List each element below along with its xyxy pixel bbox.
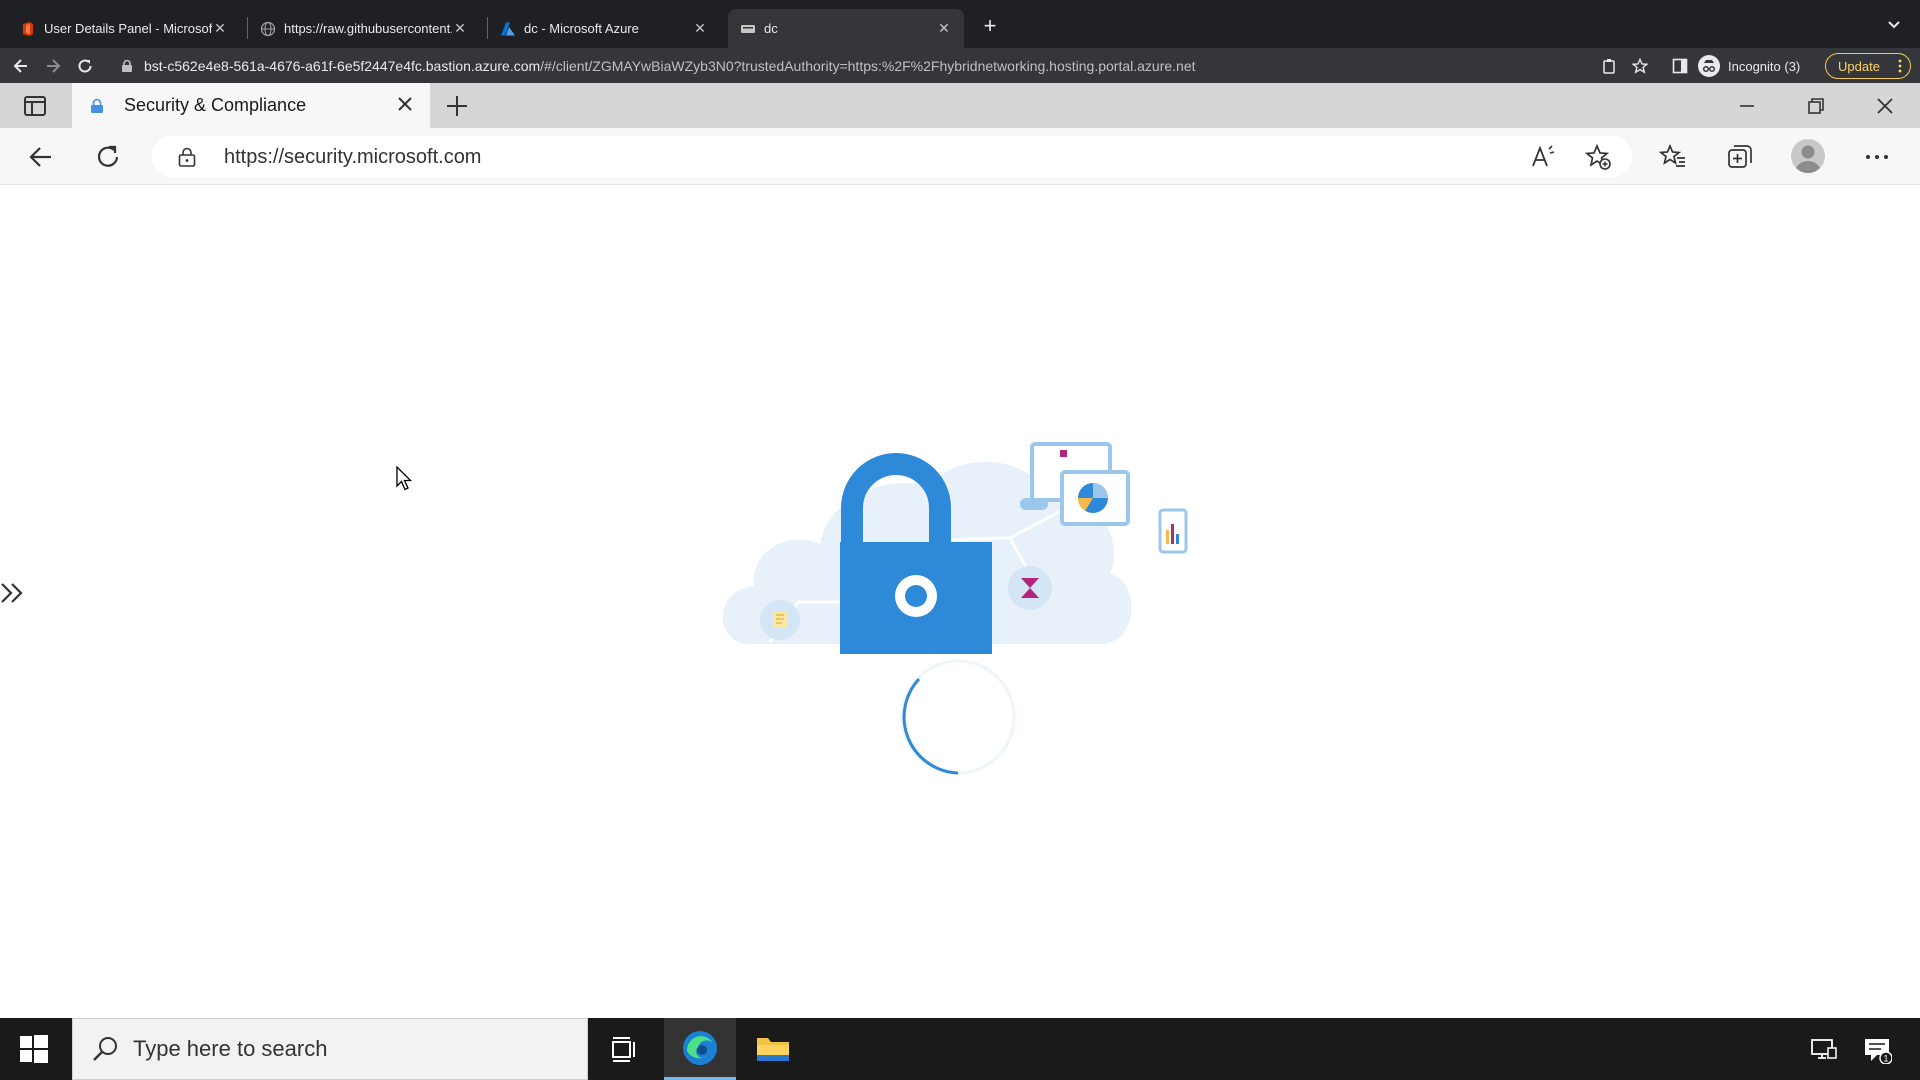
loading-spinner — [900, 659, 1016, 775]
incognito-indicator[interactable]: Incognito (3) — [1698, 53, 1800, 79]
incognito-label: Incognito (3) — [1728, 58, 1801, 74]
screen: User Details Panel - Microsoft ✕ https:/… — [0, 0, 1920, 1080]
notification-count: 1 — [1883, 1054, 1888, 1064]
file-explorer-icon — [757, 1038, 789, 1061]
bookmark-button[interactable] — [1627, 53, 1653, 79]
edge-tab-security-compliance[interactable]: Security & Compliance — [72, 83, 430, 128]
close-tab-icon[interactable] — [394, 93, 416, 115]
lock-icon — [122, 59, 132, 72]
star-icon — [1632, 58, 1648, 74]
chrome-tab-strip: User Details Panel - Microsoft ✕ https:/… — [0, 0, 1920, 48]
windows-taskbar: Type here to search 1 — [0, 1018, 1920, 1080]
profile-avatar[interactable] — [1791, 139, 1825, 173]
address-host: bst-c562e4e8-561a-4676-a61f-6e5f2447e4fc… — [144, 58, 541, 74]
search-placeholder: Type here to search — [133, 1036, 328, 1061]
kebab-menu-icon — [1898, 59, 1902, 73]
ellipsis-icon — [1866, 155, 1888, 159]
minimize-icon[interactable] — [1734, 93, 1760, 119]
search-icon — [93, 1037, 117, 1061]
page-content — [0, 186, 1920, 1018]
chrome-tab-dc[interactable]: dc ✕ — [728, 9, 964, 48]
edge-toolbar: https://security.microsoft.com — [0, 128, 1920, 185]
reload-icon — [78, 59, 92, 73]
azure-icon — [501, 22, 515, 35]
windows-start-icon[interactable] — [20, 1035, 48, 1063]
security-cloud-lock-illustration — [722, 442, 1188, 654]
new-tab-button[interactable]: + — [976, 12, 1004, 40]
close-tab-icon[interactable]: ✕ — [212, 20, 228, 37]
plus-icon[interactable] — [444, 93, 470, 119]
side-panel-button[interactable] — [1667, 53, 1693, 79]
close-tab-icon[interactable]: ✕ — [692, 20, 708, 37]
update-label: Update — [1838, 58, 1880, 74]
incognito-icon — [1698, 55, 1720, 77]
taskbar-search-box[interactable]: Type here to search — [72, 1018, 588, 1080]
chrome-tab-github-raw[interactable]: https://raw.githubusercontent. ✕ — [248, 9, 480, 48]
mouse-cursor-icon — [396, 466, 413, 491]
forward-button[interactable] — [40, 53, 66, 79]
clipboard-icon — [1603, 59, 1615, 74]
edge-refresh-button[interactable] — [93, 142, 123, 172]
add-favorite-button[interactable] — [1583, 142, 1613, 172]
bastion-icon — [741, 24, 755, 33]
network-display-icon[interactable] — [1808, 1034, 1838, 1064]
expand-nav-chevron-icon[interactable] — [0, 578, 26, 608]
lock-icon — [178, 147, 196, 167]
taskbar-file-explorer-app[interactable] — [737, 1018, 809, 1080]
taskbar-edge-app[interactable] — [664, 1018, 736, 1080]
chrome-address-bar[interactable]: bst-c562e4e8-561a-4676-a61f-6e5f2447e4fc… — [112, 51, 1592, 81]
edge-tab-strip: Security & Compliance — [0, 83, 1920, 128]
close-tab-icon[interactable]: ✕ — [452, 20, 468, 37]
read-aloud-icon — [1532, 145, 1555, 167]
star-add-icon — [1584, 143, 1611, 170]
back-arrow-icon — [13, 59, 27, 73]
read-aloud-button[interactable] — [1528, 142, 1558, 172]
collections-button[interactable] — [1725, 142, 1755, 172]
chrome-toolbar: bst-c562e4e8-561a-4676-a61f-6e5f2447e4fc… — [0, 48, 1920, 83]
settings-more-button[interactable] — [1862, 142, 1892, 172]
task-view-icon — [612, 1037, 635, 1062]
tab-search-chevron-icon[interactable] — [1884, 14, 1904, 34]
chrome-tab-azure[interactable]: dc - Microsoft Azure ✕ — [488, 9, 720, 48]
chrome-tab-title: dc - Microsoft Azure — [524, 21, 639, 36]
forward-arrow-icon — [47, 59, 61, 73]
share-button[interactable] — [1596, 53, 1622, 79]
refresh-icon — [97, 145, 119, 167]
globe-icon — [260, 21, 276, 36]
edge-back-button[interactable] — [26, 142, 56, 172]
edge-browser-icon — [683, 1030, 717, 1065]
notifications-icon[interactable]: 1 — [1862, 1034, 1892, 1064]
side-panel-icon — [1672, 58, 1688, 74]
task-view-button[interactable] — [588, 1018, 660, 1080]
collections-icon — [1728, 145, 1752, 168]
close-tab-icon[interactable]: ✕ — [936, 20, 952, 37]
chrome-tab-title: https://raw.githubusercontent. — [284, 21, 452, 36]
edge-url-text: https://security.microsoft.com — [224, 146, 482, 168]
update-button[interactable]: Update — [1825, 53, 1911, 79]
chrome-tab-title: User Details Panel - Microsoft — [44, 21, 212, 36]
back-button[interactable] — [8, 53, 34, 79]
close-window-icon[interactable] — [1872, 93, 1898, 119]
favorites-button[interactable] — [1658, 142, 1688, 172]
lock-icon — [91, 98, 103, 113]
restore-icon[interactable] — [1803, 93, 1829, 119]
edge-tab-title: Security & Compliance — [124, 95, 307, 115]
avatar-icon — [1795, 145, 1821, 173]
chrome-tab-title: dc — [764, 21, 778, 36]
office-icon — [23, 21, 33, 36]
address-path: /#/client/ZGMAYwBiaWZyb3N0?trustedAuthor… — [540, 58, 1196, 74]
reload-button[interactable] — [72, 53, 98, 79]
edge-address-bar[interactable]: https://security.microsoft.com — [152, 136, 1632, 177]
tab-actions-icon[interactable] — [22, 93, 48, 119]
chrome-tab-user-details[interactable]: User Details Panel - Microsoft ✕ — [8, 9, 240, 48]
back-arrow-icon — [29, 147, 51, 167]
favorites-icon — [1659, 143, 1685, 167]
